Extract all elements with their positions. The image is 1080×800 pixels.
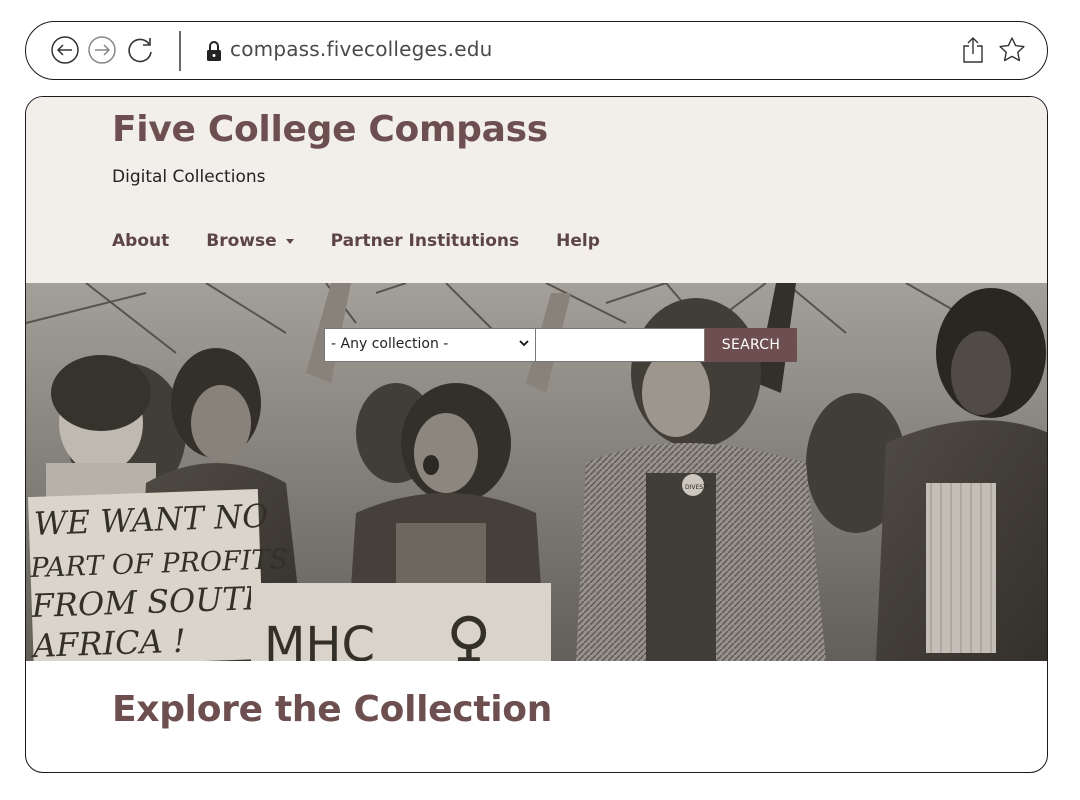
collection-select[interactable]: - Any collection -	[324, 328, 536, 362]
chevron-down-icon	[285, 238, 294, 244]
nav-item-browse[interactable]: Browse	[206, 231, 294, 251]
chevron-down-icon	[519, 340, 529, 347]
nav-item-about[interactable]: About	[112, 231, 169, 251]
browser-toolbar: compass.fivecolleges.edu	[25, 21, 1048, 80]
main-nav: About Browse Partner Institutions Help	[112, 231, 637, 251]
search-bar: - Any collection - SEARCH	[324, 328, 797, 362]
nav-item-label: Partner Institutions	[330, 231, 520, 251]
nav-item-label: Browse	[206, 231, 277, 251]
nav-item-partner-institutions[interactable]: Partner Institutions	[331, 231, 520, 251]
search-button[interactable]: SEARCH	[705, 328, 797, 362]
site-title[interactable]: Five College Compass	[112, 109, 548, 150]
nav-item-help[interactable]: Help	[556, 231, 600, 251]
share-icon[interactable]	[960, 35, 986, 65]
star-icon[interactable]	[997, 35, 1027, 65]
reload-icon[interactable]	[125, 35, 155, 65]
lock-icon	[206, 39, 222, 63]
toolbar-divider	[179, 31, 181, 71]
site-subtitle: Digital Collections	[112, 167, 266, 187]
forward-icon[interactable]	[87, 35, 117, 65]
web-page: Five College Compass Digital Collections…	[25, 96, 1048, 773]
nav-item-label: About	[112, 231, 170, 251]
site-header: Five College Compass Digital Collections…	[26, 97, 1047, 283]
hero-banner: WE WANT NO PART OF PROFITS FROM SOUTH AF…	[26, 283, 1047, 661]
address-bar[interactable]: compass.fivecolleges.edu	[230, 37, 493, 61]
back-icon[interactable]	[50, 35, 80, 65]
nav-item-label: Help	[556, 231, 600, 251]
search-input[interactable]	[536, 328, 705, 362]
collection-select-value: - Any collection -	[331, 336, 449, 352]
section-title: Explore the Collection	[112, 689, 553, 730]
